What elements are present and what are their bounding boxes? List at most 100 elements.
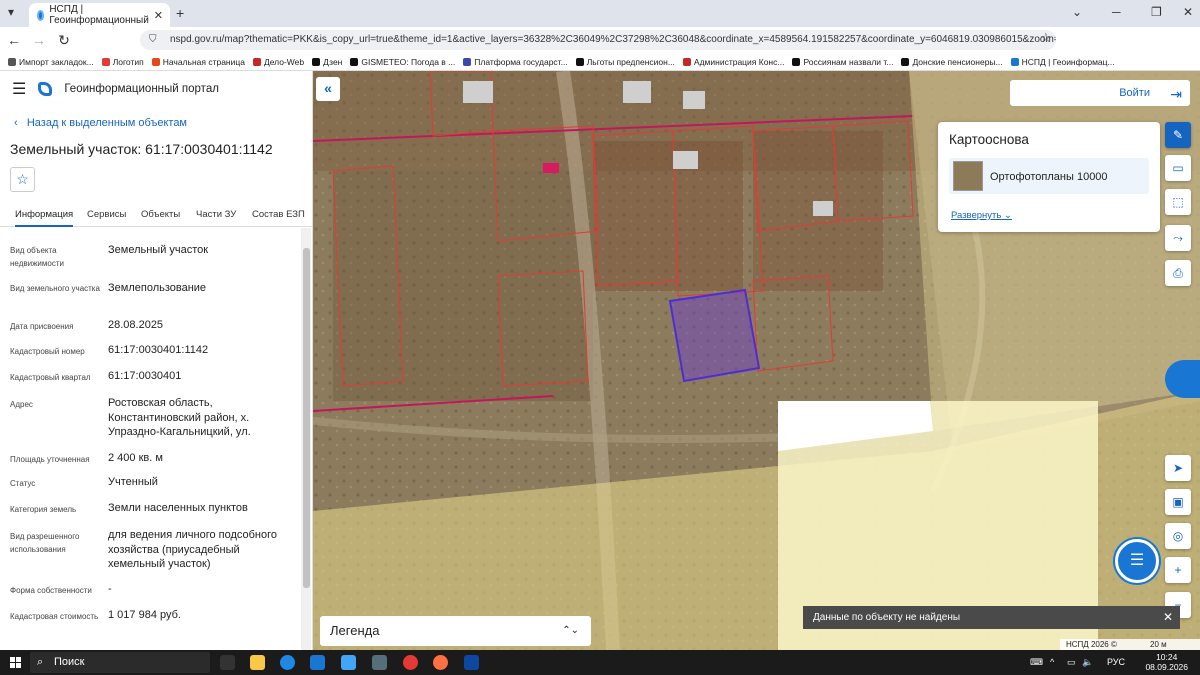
tab-parts[interactable]: Части ЗУ — [196, 209, 236, 220]
close-tab-icon[interactable]: ✕ — [154, 9, 163, 22]
layers-select-icon[interactable]: ✎ — [1165, 122, 1191, 148]
bookmark-item[interactable]: Начальная страница — [151, 57, 245, 67]
network-icon[interactable]: ▭ — [1067, 657, 1076, 668]
bookmark-item[interactable]: Дело-Web — [252, 56, 305, 67]
print-icon[interactable]: ⎙ — [1165, 260, 1191, 286]
tray-arrow-icon[interactable]: ^ — [1050, 657, 1054, 667]
picture-in-picture-icon[interactable]: ▣ — [1165, 489, 1191, 515]
tab-services[interactable]: Сервисы — [87, 209, 126, 220]
navigation-bar: ← → ↻ ⛉ nspd.gov.ru/map?thematic=PKK&is_… — [0, 27, 1200, 73]
app-icon[interactable] — [464, 655, 479, 670]
tab-list-icon[interactable]: ▾ — [8, 5, 14, 19]
attribution-text: НСПД 2026 © — [1066, 640, 1117, 649]
basemap-layer-card[interactable]: Ортофотопланы 10000 — [949, 158, 1149, 194]
clock-date: 08.09.2026 — [1145, 662, 1188, 672]
scrollbar-thumb[interactable] — [303, 248, 310, 588]
attribute-value: Земельный участок — [108, 244, 209, 256]
bookmark-star-icon[interactable]: ☆ — [1040, 30, 1052, 46]
toast-message: Данные по объекту не найдены — [813, 612, 961, 623]
url-text: nspd.gov.ru/map?thematic=PKK&is_copy_url… — [170, 34, 1056, 45]
close-toast-icon[interactable]: ✕ — [1163, 606, 1173, 629]
attribute-key: Кадастровая стоимость — [10, 612, 99, 621]
site-info-icon[interactable]: ⛉ — [149, 30, 157, 50]
attribute-value: Земли населенных пунктов — [108, 502, 248, 514]
mail-icon[interactable] — [310, 655, 325, 670]
back-to-selected-link[interactable]: ‹ Назад к выделенным объектам — [14, 117, 187, 129]
attribute-key: Кадастровый номер — [10, 347, 85, 356]
tabs-menu-icon[interactable]: ⌄ — [1072, 5, 1082, 19]
tab-ezp[interactable]: Состав ЕЗП — [252, 209, 305, 220]
bookmark-item[interactable]: GISMETEO: Погода в ... — [350, 57, 455, 67]
yandex-icon[interactable] — [403, 655, 418, 670]
logo-icon — [101, 57, 110, 66]
taskbar-search[interactable]: ⌕ Поиск — [30, 652, 210, 673]
bookmark-label: Дзен — [323, 56, 343, 67]
tab-objects[interactable]: Объекты — [141, 209, 180, 220]
ruler-icon[interactable]: ▭ — [1165, 155, 1191, 181]
reload-icon[interactable]: ↻ — [53, 32, 75, 49]
maximize-icon[interactable]: ❐ — [1151, 5, 1162, 19]
zoom-in-icon[interactable]: + — [1165, 557, 1191, 583]
bookmark-item[interactable]: Импорт закладок... — [8, 57, 94, 67]
back-icon[interactable]: ← — [3, 32, 25, 48]
bookmark-label: Дело-Web — [263, 56, 305, 67]
bookmark-item[interactable]: Россиянам назвали т... — [792, 57, 893, 67]
basemap-title: Картооснова — [949, 132, 1029, 147]
gosuslugi-icon — [463, 57, 472, 66]
navigate-icon[interactable]: ➤ — [1165, 455, 1191, 481]
nspd-icon — [1010, 57, 1019, 66]
bookmark-item[interactable]: Льготы предпенсион... — [575, 56, 675, 67]
edge-icon[interactable] — [280, 655, 295, 670]
bookmark-item[interactable]: Дзен — [312, 57, 342, 67]
browser-tab-strip: ▾ НСПД | Геоинформационный ✕ + ⌄ ─ ❐ ✕ — [0, 0, 1200, 27]
attribute-key: Вид разрешенного использования — [10, 532, 80, 554]
ie-icon[interactable] — [341, 655, 356, 670]
page-icon — [575, 57, 584, 66]
address-bar[interactable]: ⛉ nspd.gov.ru/map?thematic=PKK&is_copy_u… — [140, 30, 1056, 50]
keyboard-icon[interactable]: ⌨ — [1030, 657, 1043, 668]
login-button[interactable]: Войти ⇥ — [1010, 80, 1190, 106]
news-icon — [901, 57, 910, 66]
close-window-icon[interactable]: ✕ — [1183, 5, 1193, 19]
panel-scrollbar[interactable] — [301, 228, 311, 650]
attribute-key: Вид земельного участка — [10, 284, 100, 293]
favorite-star-icon[interactable]: ☆ — [10, 167, 35, 192]
system-clock[interactable]: 10:24 08.09.2026 — [1145, 652, 1188, 672]
bookmark-label: Логотип — [112, 56, 144, 67]
task-view-icon[interactable] — [220, 655, 235, 670]
language-indicator[interactable]: РУС — [1107, 657, 1125, 667]
bookmark-item[interactable]: НСПД | Геоинформац... — [1010, 57, 1115, 67]
location-icon[interactable]: ◎ — [1165, 523, 1191, 549]
bookmark-item[interactable]: Платформа государст... — [463, 57, 568, 67]
attribute-key: Статус — [10, 479, 36, 488]
geoportal-icon[interactable] — [1165, 360, 1200, 398]
bookmark-label: Донские пенсионеры... — [912, 56, 1003, 67]
bookmark-label: Льготы предпенсион... — [586, 56, 675, 67]
volume-icon[interactable]: 🔈 — [1082, 657, 1093, 668]
explorer-icon[interactable] — [250, 655, 265, 670]
object-info-panel: ☰ Геоинформационный портал ‹ Назад к выд… — [0, 71, 313, 650]
firefox-taskbar-icon[interactable] — [433, 655, 448, 670]
expand-link[interactable]: Развернуть ⌄ — [951, 210, 1012, 221]
area-select-icon[interactable]: ⬚ — [1165, 189, 1191, 215]
bookmark-item[interactable]: Администрация Конс... — [682, 57, 784, 67]
windows-start-icon[interactable] — [10, 657, 21, 668]
legend-dropdown[interactable]: Легенда ⌃⌄ — [320, 616, 591, 646]
minimize-icon[interactable]: ─ — [1112, 5, 1121, 19]
chat-assistant-icon[interactable]: ☰ — [1115, 539, 1159, 583]
share-icon[interactable]: ⤳ — [1165, 225, 1191, 251]
bookmark-item[interactable]: Донские пенсионеры... — [901, 56, 1003, 67]
tab-information[interactable]: Информация — [15, 209, 74, 227]
new-tab-icon[interactable]: + — [176, 5, 184, 21]
browser-tab[interactable]: НСПД | Геоинформационный ✕ — [29, 3, 170, 27]
hamburger-menu-icon[interactable]: ☰ — [12, 79, 26, 99]
collapse-panel-button[interactable]: « — [316, 77, 340, 101]
store-icon[interactable] — [372, 655, 387, 670]
back-link-label: Назад к выделенным объектам — [26, 117, 187, 129]
portal-logo-icon — [38, 82, 53, 96]
delo-icon — [252, 57, 261, 66]
forward-icon[interactable]: → — [28, 32, 50, 48]
attribute-key: Форма собственности — [10, 586, 92, 595]
bookmark-item[interactable]: Логотип — [101, 56, 144, 67]
attribute-value: для ведения личного подсобного хозяйства… — [108, 529, 278, 570]
